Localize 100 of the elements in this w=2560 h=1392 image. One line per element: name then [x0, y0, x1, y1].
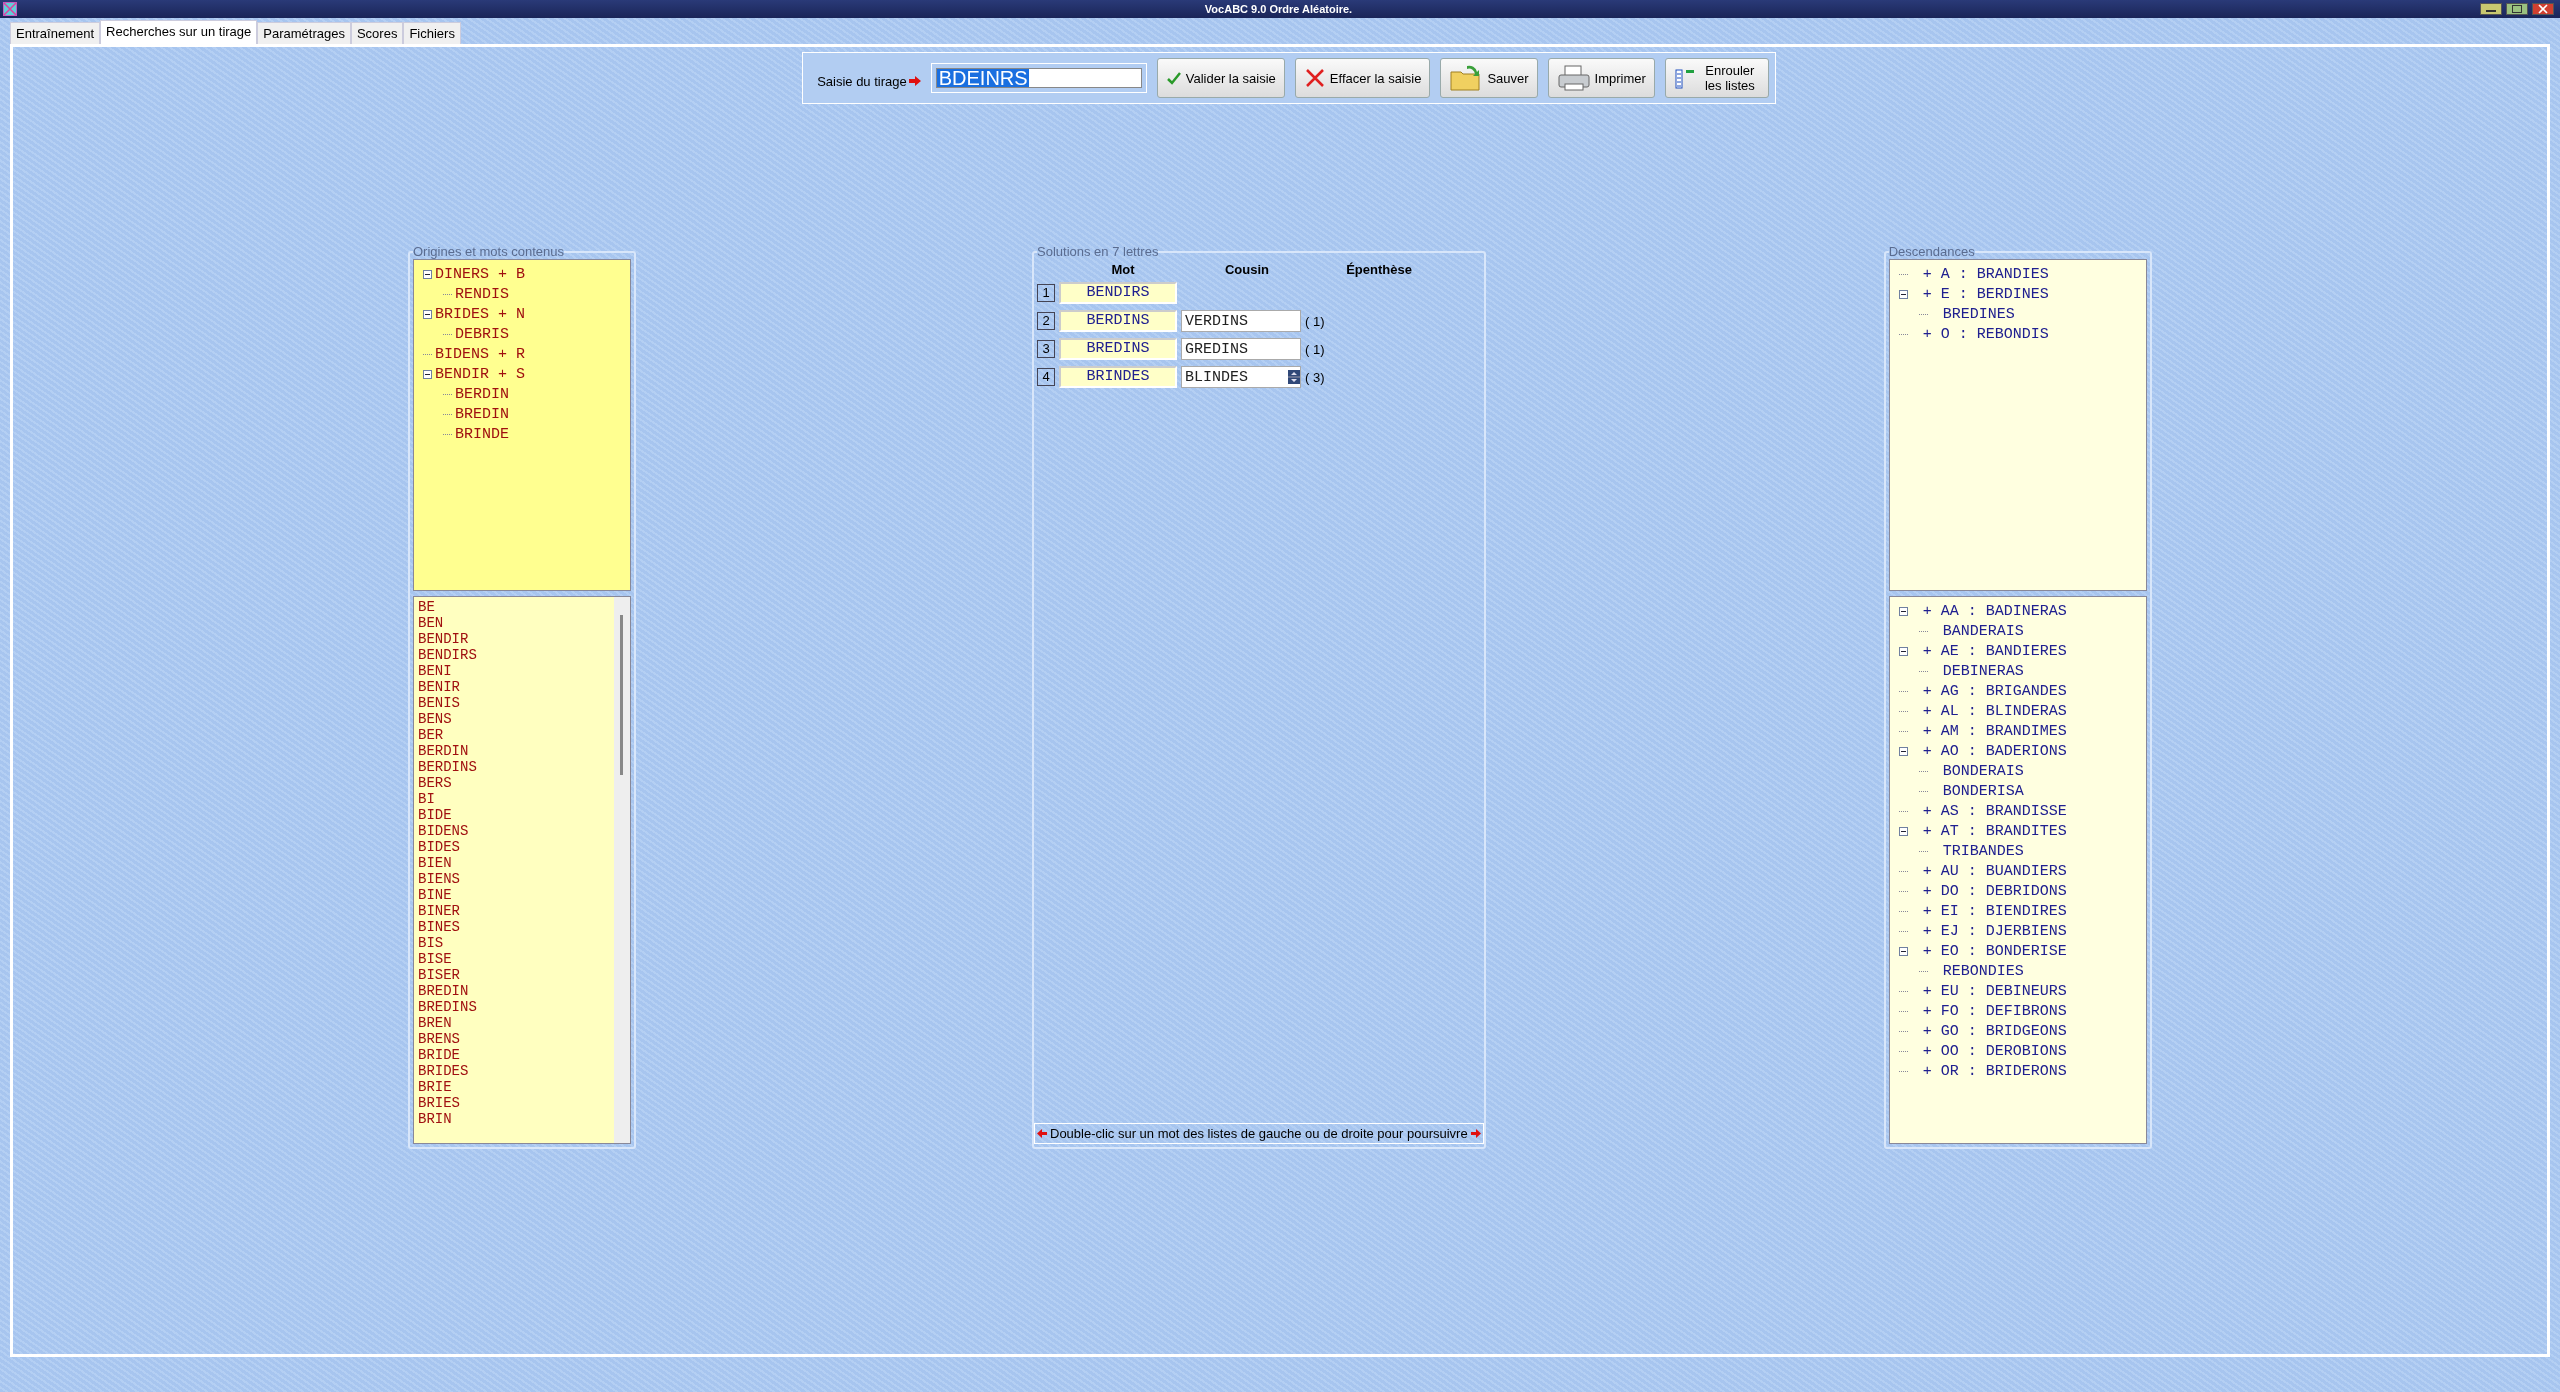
tab[interactable]: Scores [350, 22, 404, 44]
input-field[interactable]: BDEINRS [935, 68, 1142, 88]
list-item[interactable]: BENDIR [418, 631, 610, 647]
list-item[interactable]: BIDE [418, 807, 610, 823]
list-item[interactable]: BEN [418, 615, 610, 631]
list-item[interactable]: BIENS [418, 871, 610, 887]
cousin-field[interactable]: VERDINS [1181, 310, 1301, 332]
collapse-icon[interactable] [423, 309, 432, 319]
maximize-icon[interactable] [2506, 3, 2528, 15]
tree-item[interactable]: + EO : BONDERISE [1910, 942, 2067, 960]
list-item[interactable]: BINES [418, 919, 610, 935]
list-item[interactable]: BINER [418, 903, 610, 919]
tree-item[interactable]: BREDIN [455, 405, 509, 423]
word-cell[interactable]: BREDINS [1059, 338, 1177, 360]
tree-item[interactable]: BONDERAIS [1930, 762, 2024, 780]
toolbar-button[interactable]: Enrouler les listes [1664, 58, 1769, 98]
tab[interactable]: Paramétrages [257, 22, 351, 44]
list-item[interactable]: BENDIRS [418, 647, 610, 663]
list-item[interactable]: BREDINS [418, 999, 610, 1015]
list-item[interactable]: BIDES [418, 839, 610, 855]
word-cell[interactable]: BRINDES [1059, 366, 1177, 388]
scrollbar[interactable] [614, 597, 630, 1143]
toolbar-button[interactable]: Effacer la saisie [1294, 58, 1431, 98]
toolbar-button[interactable]: Valider la saisie [1156, 58, 1285, 98]
list-item[interactable]: BENS [418, 711, 610, 727]
tree-item[interactable]: TRIBANDES [1930, 842, 2024, 860]
tree-item[interactable]: + EU : DEBINEURS [1910, 982, 2067, 1000]
collapse-icon[interactable] [1898, 606, 1908, 616]
tree-item[interactable]: + AE : BANDIERES [1910, 642, 2067, 660]
list-item[interactable]: BINE [418, 887, 610, 903]
list-item[interactable]: BER [418, 727, 610, 743]
list-item[interactable]: BRIE [418, 1079, 610, 1095]
toolbar-button[interactable]: Imprimer [1547, 58, 1655, 98]
list-item[interactable]: BRIDE [418, 1047, 610, 1063]
tab[interactable]: Fichiers [403, 22, 461, 44]
list-item[interactable]: BRIDES [418, 1063, 610, 1079]
tree-item[interactable]: + OO : DEROBIONS [1910, 1042, 2067, 1060]
list-item[interactable]: BISE [418, 951, 610, 967]
tree-item[interactable]: BREDINES [1930, 305, 2015, 323]
minimize-icon[interactable] [2480, 3, 2502, 15]
tree-item[interactable]: + EJ : DJERBIENS [1910, 922, 2067, 940]
tree-item[interactable]: RENDIS [455, 285, 509, 303]
tree-item[interactable]: BRIDES + N [435, 305, 525, 323]
list-item[interactable]: BE [418, 599, 610, 615]
list-item[interactable]: BERDINS [418, 759, 610, 775]
list-item[interactable]: BIEN [418, 855, 610, 871]
list-item[interactable]: BENIS [418, 695, 610, 711]
tree-item[interactable]: + A : BRANDIES [1910, 265, 2049, 283]
list-item[interactable]: BIDENS [418, 823, 610, 839]
list-item[interactable]: BENIR [418, 679, 610, 695]
list-item[interactable]: BRENS [418, 1031, 610, 1047]
tree-item[interactable]: + EI : BIENDIRES [1910, 902, 2067, 920]
collapse-icon[interactable] [423, 269, 432, 279]
collapse-icon[interactable] [1898, 826, 1908, 836]
tree-item[interactable]: DINERS + B [435, 265, 525, 283]
list-item[interactable]: BI [418, 791, 610, 807]
tree-item[interactable]: + GO : BRIDGEONS [1910, 1022, 2067, 1040]
tree-item[interactable]: + DO : DEBRIDONS [1910, 882, 2067, 900]
tree-item[interactable]: + FO : DEFIBRONS [1910, 1002, 2067, 1020]
list-item[interactable]: BERDIN [418, 743, 610, 759]
collapse-icon[interactable] [1898, 289, 1908, 299]
tree-item[interactable]: BIDENS + R [435, 345, 525, 363]
tab[interactable]: Recherches sur un tirage [100, 20, 258, 44]
word-cell[interactable]: BERDINS [1059, 310, 1177, 332]
toolbar-button[interactable]: Sauver [1440, 58, 1538, 98]
collapse-icon[interactable] [1898, 946, 1908, 956]
tree-item[interactable]: + AG : BRIGANDES [1910, 682, 2067, 700]
spinner-icon[interactable] [1288, 370, 1300, 384]
tree-item[interactable]: + AU : BUANDIERS [1910, 862, 2067, 880]
tree-item[interactable]: DEBRIS [455, 325, 509, 343]
tree-item[interactable]: BONDERISA [1930, 782, 2024, 800]
list-item[interactable]: BRIN [418, 1111, 610, 1127]
tree-item[interactable]: + AO : BADERIONS [1910, 742, 2067, 760]
word-cell[interactable]: BENDIRS [1059, 282, 1177, 304]
tree-item[interactable]: + AM : BRANDIMES [1910, 722, 2067, 740]
tree-item[interactable]: + E : BERDINES [1910, 285, 2049, 303]
tree-item[interactable]: REBONDIES [1930, 962, 2024, 980]
tree-item[interactable]: DEBINERAS [1930, 662, 2024, 680]
list-item[interactable]: BREN [418, 1015, 610, 1031]
tree-item[interactable]: + OR : BRIDERONS [1910, 1062, 2067, 1080]
tree-item[interactable]: BERDIN [455, 385, 509, 403]
cousin-field[interactable]: BLINDES [1181, 366, 1301, 388]
collapse-icon[interactable] [1898, 646, 1908, 656]
collapse-icon[interactable] [423, 369, 432, 379]
close-icon[interactable] [2532, 3, 2554, 15]
cousin-field[interactable]: GREDINS [1181, 338, 1301, 360]
tree-item[interactable]: + AT : BRANDITES [1910, 822, 2067, 840]
tree-item[interactable]: BANDERAIS [1930, 622, 2024, 640]
list-item[interactable]: BIS [418, 935, 610, 951]
tree-item[interactable]: + AA : BADINERAS [1910, 602, 2067, 620]
tree-item[interactable]: + O : REBONDIS [1910, 325, 2049, 343]
list-item[interactable]: BERS [418, 775, 610, 791]
list-item[interactable]: BREDIN [418, 983, 610, 999]
tree-item[interactable]: + AS : BRANDISSE [1910, 802, 2067, 820]
tree-item[interactable]: BRINDE [455, 425, 509, 443]
tree-item[interactable]: + AL : BLINDERAS [1910, 702, 2067, 720]
tree-item[interactable]: BENDIR + S [435, 365, 525, 383]
collapse-icon[interactable] [1898, 746, 1908, 756]
list-item[interactable]: BENI [418, 663, 610, 679]
list-item[interactable]: BISER [418, 967, 610, 983]
